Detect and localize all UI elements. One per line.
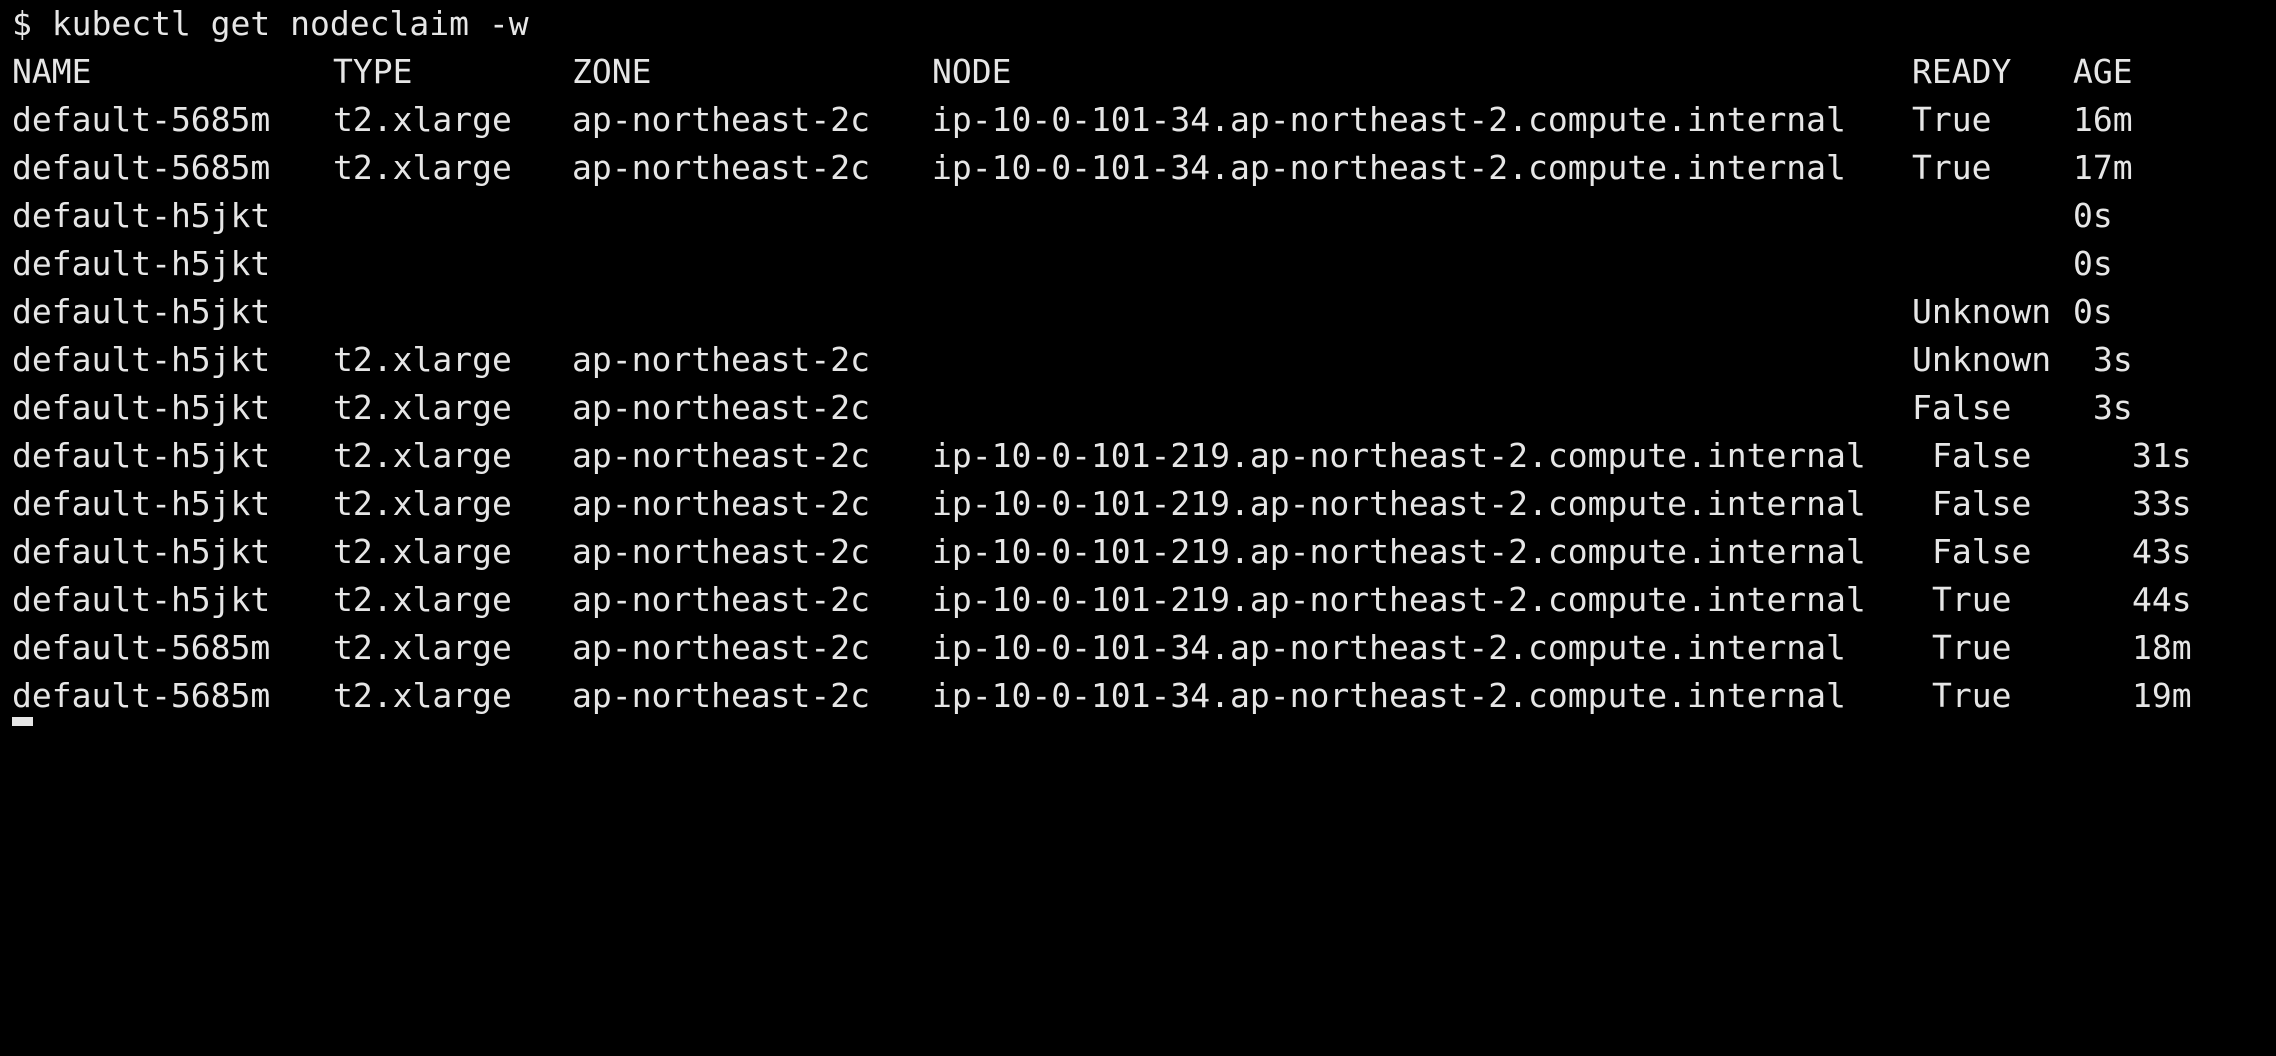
row-name: default-5685m	[12, 676, 271, 715]
header-age: AGE	[2073, 52, 2133, 91]
row-zone: ap-northeast-2c	[572, 100, 871, 139]
row-name: default-h5jkt	[12, 388, 271, 427]
row-ready: False	[1932, 436, 2032, 475]
row-age: 19m	[2132, 676, 2192, 715]
row-node: ip-10-0-101-34.ap-northeast-2.compute.in…	[932, 148, 1846, 187]
row-ready: True	[1912, 100, 1992, 139]
row-zone: ap-northeast-2c	[572, 628, 871, 667]
row-age: 18m	[2132, 628, 2192, 667]
table-row: default-h5jkt t2.xlarge ap-northeast-2c …	[0, 528, 2276, 576]
row-zone: ap-northeast-2c	[572, 532, 871, 571]
row-ready: False	[1912, 388, 2012, 427]
row-age: 0s	[2073, 292, 2113, 331]
row-ready: False	[1932, 532, 2032, 571]
row-name: default-h5jkt	[12, 580, 271, 619]
row-node: ip-10-0-101-34.ap-northeast-2.compute.in…	[932, 676, 1846, 715]
table-row: default-5685m t2.xlarge ap-northeast-2c …	[0, 672, 2276, 720]
row-type: t2.xlarge	[333, 484, 512, 523]
row-node: ip-10-0-101-34.ap-northeast-2.compute.in…	[932, 100, 1846, 139]
command-line: $ kubectl get nodeclaim -w	[0, 0, 2276, 48]
row-name: default-h5jkt	[12, 292, 271, 331]
table-row: default-5685m t2.xlarge ap-northeast-2c …	[0, 624, 2276, 672]
row-age: 3s	[2093, 340, 2133, 379]
row-type: t2.xlarge	[333, 100, 512, 139]
table-row: default-5685m t2.xlarge ap-northeast-2c …	[0, 96, 2276, 144]
row-node: ip-10-0-101-219.ap-northeast-2.compute.i…	[932, 484, 1866, 523]
row-age: 3s	[2093, 388, 2133, 427]
table-row: default-h5jkt Unknown 0s	[0, 288, 2276, 336]
row-age: 17m	[2073, 148, 2133, 187]
table-row: default-h5jkt t2.xlarge ap-northeast-2c …	[0, 336, 2276, 384]
row-ready: Unknown	[1912, 340, 2052, 379]
row-name: default-5685m	[12, 628, 271, 667]
row-type: t2.xlarge	[333, 340, 512, 379]
table-row: default-h5jkt t2.xlarge ap-northeast-2c …	[0, 480, 2276, 528]
row-zone: ap-northeast-2c	[572, 340, 871, 379]
row-zone: ap-northeast-2c	[572, 388, 871, 427]
row-name: default-h5jkt	[12, 436, 271, 475]
row-age: 16m	[2073, 100, 2133, 139]
text-cursor	[12, 717, 33, 726]
row-ready: True	[1932, 628, 2012, 667]
table-header: NAME TYPE ZONE NODE READY AGE	[0, 48, 2276, 96]
row-ready: True	[1912, 148, 1992, 187]
row-node: ip-10-0-101-219.ap-northeast-2.compute.i…	[932, 532, 1866, 571]
row-type: t2.xlarge	[333, 676, 512, 715]
row-type: t2.xlarge	[333, 388, 512, 427]
row-type: t2.xlarge	[333, 628, 512, 667]
header-name: NAME	[12, 52, 92, 91]
row-age: 44s	[2132, 580, 2192, 619]
row-age: 33s	[2132, 484, 2192, 523]
row-age: 0s	[2073, 244, 2113, 283]
row-type: t2.xlarge	[333, 532, 512, 571]
row-zone: ap-northeast-2c	[572, 436, 871, 475]
table-row: default-5685m t2.xlarge ap-northeast-2c …	[0, 144, 2276, 192]
row-name: default-h5jkt	[12, 484, 271, 523]
row-type: t2.xlarge	[333, 436, 512, 475]
row-zone: ap-northeast-2c	[572, 676, 871, 715]
row-zone: ap-northeast-2c	[572, 148, 871, 187]
header-node: NODE	[932, 52, 1012, 91]
table-row: default-h5jkt t2.xlarge ap-northeast-2c …	[0, 384, 2276, 432]
terminal-window[interactable]: $ kubectl get nodeclaim -w NAME TYPE ZON…	[0, 0, 2276, 726]
header-type: TYPE	[333, 52, 413, 91]
header-zone: ZONE	[572, 52, 652, 91]
table-row: default-h5jkt 0s	[0, 240, 2276, 288]
row-age: 0s	[2073, 196, 2113, 235]
row-node: ip-10-0-101-219.ap-northeast-2.compute.i…	[932, 580, 1866, 619]
header-ready: READY	[1912, 52, 2012, 91]
row-ready: True	[1932, 676, 2012, 715]
row-ready: False	[1932, 484, 2032, 523]
row-name: default-h5jkt	[12, 340, 271, 379]
table-row: default-h5jkt 0s	[0, 192, 2276, 240]
row-type: t2.xlarge	[333, 580, 512, 619]
row-ready: Unknown	[1912, 292, 2052, 331]
command-text: $ kubectl get nodeclaim -w	[12, 4, 529, 43]
row-name: default-5685m	[12, 100, 271, 139]
row-age: 43s	[2132, 532, 2192, 571]
row-name: default-h5jkt	[12, 244, 271, 283]
row-node: ip-10-0-101-219.ap-northeast-2.compute.i…	[932, 436, 1866, 475]
table-row: default-h5jkt t2.xlarge ap-northeast-2c …	[0, 576, 2276, 624]
row-node: ip-10-0-101-34.ap-northeast-2.compute.in…	[932, 628, 1846, 667]
row-name: default-h5jkt	[12, 532, 271, 571]
row-type: t2.xlarge	[333, 148, 512, 187]
row-name: default-h5jkt	[12, 196, 271, 235]
row-zone: ap-northeast-2c	[572, 580, 871, 619]
row-age: 31s	[2132, 436, 2192, 475]
row-ready: True	[1932, 580, 2012, 619]
table-row: default-h5jkt t2.xlarge ap-northeast-2c …	[0, 432, 2276, 480]
row-name: default-5685m	[12, 148, 271, 187]
row-zone: ap-northeast-2c	[572, 484, 871, 523]
